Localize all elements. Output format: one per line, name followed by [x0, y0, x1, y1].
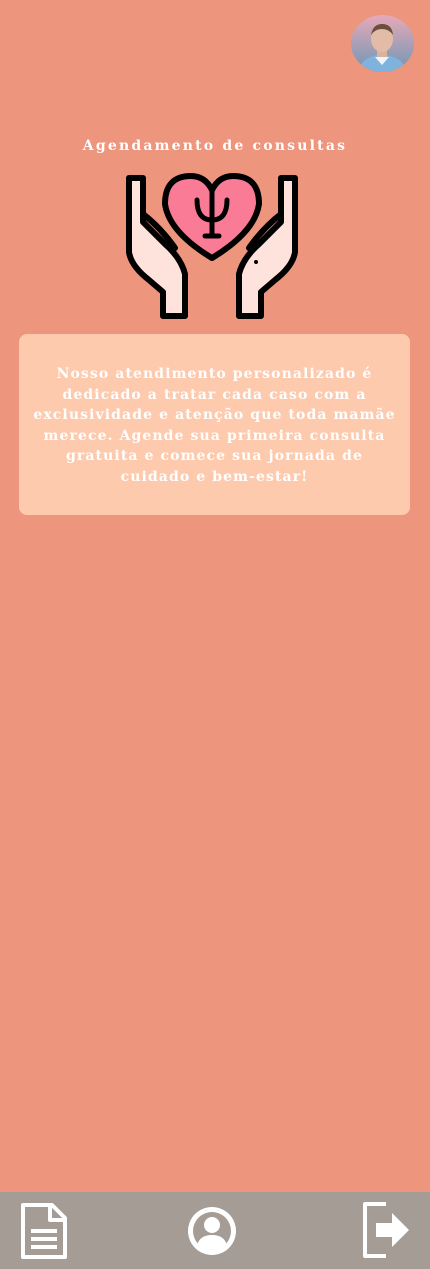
avatar-photo [351, 15, 414, 72]
documents-button[interactable] [20, 1202, 68, 1260]
avatar[interactable] [351, 15, 414, 72]
info-text: Nosso atendimento personalizado é dedica… [33, 366, 396, 485]
psychology-hands-heart-icon [121, 170, 303, 320]
logout-button[interactable] [362, 1201, 412, 1259]
logout-icon [363, 1202, 409, 1258]
profile-button[interactable] [185, 1204, 239, 1258]
bottom-nav-bar [0, 1192, 430, 1269]
info-card: Nosso atendimento personalizado é dedica… [19, 334, 410, 515]
document-icon [21, 1203, 67, 1259]
page-title: Agendamento de consultas [82, 138, 348, 154]
user-circle-icon [188, 1207, 236, 1255]
